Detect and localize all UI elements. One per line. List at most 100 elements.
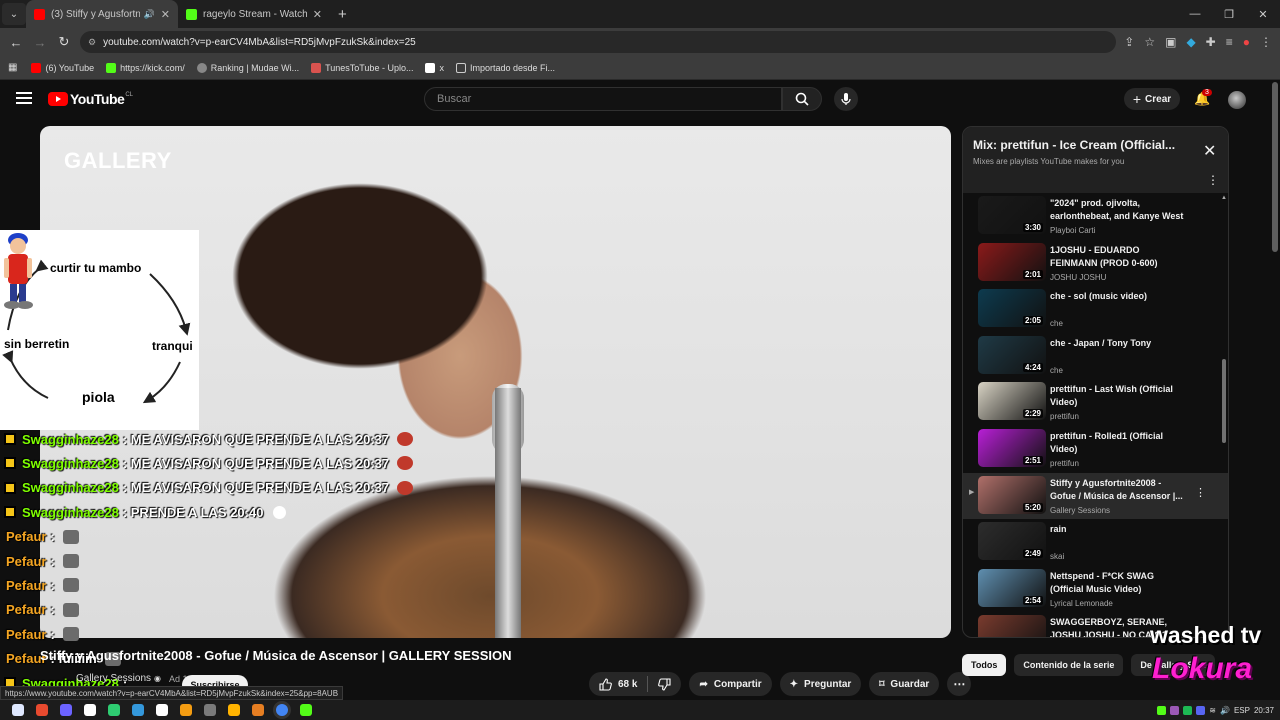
bookmark-folder-imported[interactable]: Importado desde Fi... (455, 62, 555, 73)
duration-badge: 2:49 (1022, 549, 1043, 559)
speaker-icon[interactable]: 🔊 (144, 9, 155, 20)
bookmark-youtube[interactable]: (6) YouTube (31, 62, 94, 73)
restore-icon[interactable]: ❐ (1212, 8, 1246, 21)
chat-text: : PRENDE A LAS 20:40 (122, 504, 264, 520)
thumbs-down-icon[interactable] (658, 677, 672, 691)
bookmark-x[interactable]: x (425, 62, 444, 73)
like-button[interactable]: 68 k (599, 677, 637, 691)
browser-menu-icon[interactable]: ⋮ (1260, 35, 1272, 49)
chat-text: : ME AVISARON QUE PRENDE A LAS 20:37 (122, 455, 390, 471)
avatar[interactable] (1228, 91, 1246, 109)
wifi-icon[interactable]: ≋ (1209, 706, 1216, 715)
playlist-item[interactable]: 2:49 rain skai (963, 519, 1228, 565)
taskbar-app-icon[interactable] (60, 704, 72, 716)
taskbar-app-icon[interactable] (228, 704, 240, 716)
duration-badge: 3:30 (1022, 223, 1043, 232)
back-icon[interactable]: ← (4, 35, 28, 50)
taskbar-app-icon[interactable] (84, 704, 96, 716)
taskbar-app-icon[interactable] (276, 704, 288, 716)
share-icon: ➦ (699, 678, 708, 690)
close-window-icon[interactable]: ✕ (1246, 8, 1280, 21)
duration-badge: 4:24 (1022, 362, 1043, 372)
search-button[interactable] (782, 87, 822, 111)
youtube-icon (31, 62, 42, 73)
tray-app-icon[interactable] (1196, 705, 1206, 715)
save-button[interactable]: ⌑ Guardar (869, 672, 940, 696)
start-windows-icon[interactable] (12, 704, 24, 716)
reading-list-icon[interactable]: ≡ (1226, 35, 1233, 49)
more-vertical-icon[interactable]: ⋮ (1195, 486, 1206, 499)
apps-grid-icon[interactable]: ▦ (8, 62, 17, 73)
playlist-item[interactable]: 3:30 "2024" prod. ojivolta, earlonthebeat… (963, 193, 1228, 239)
playlist-item-channel: che (1050, 319, 1063, 329)
address-bar[interactable]: ⚙ youtube.com/watch?v=p-earCV4MbA&list=R… (80, 31, 1116, 53)
clock[interactable]: 20:37 (1254, 706, 1274, 715)
taskbar-app-icon[interactable] (132, 704, 144, 716)
extension-icon[interactable]: ▣ (1165, 35, 1176, 49)
toolbar-icons: ⇪ ☆ ▣ ◆ ✚ ≡ ● ⋮ (1124, 28, 1272, 56)
forward-icon[interactable]: → (28, 35, 52, 50)
minimize-icon[interactable]: — (1178, 8, 1212, 20)
voice-search-button[interactable] (834, 87, 858, 111)
divider (647, 676, 649, 692)
taskbar-app-icon[interactable] (180, 704, 192, 716)
playlist-item[interactable]: 2:01 1JOSHU - EDUARDO FEINMANN (PROD 0-60… (963, 240, 1228, 286)
taskbar-app-icon[interactable] (108, 704, 120, 716)
taskbar-app-icon[interactable] (36, 704, 48, 716)
close-tab-icon[interactable]: ✕ (313, 8, 322, 21)
playlist-item[interactable]: 2:51 prettifun - Rolled1 (Official Video)… (963, 426, 1228, 472)
playlist-item-title: che - sol (music video) (1050, 291, 1148, 302)
site-info-icon[interactable]: ⚙ (88, 37, 96, 48)
taskbar-app-icon[interactable] (156, 704, 168, 716)
bookmark-star-icon[interactable]: ☆ (1144, 35, 1155, 49)
reload-icon[interactable]: ↻ (52, 34, 76, 50)
create-button[interactable]: + Crear (1124, 88, 1180, 110)
chat-badge-icon (4, 457, 16, 470)
taskbar-app-icon[interactable] (300, 704, 312, 716)
tray-app-icon[interactable] (1170, 705, 1180, 715)
bookmark-mudae[interactable]: Ranking | Mudae Wi... (196, 62, 299, 73)
playlist-item[interactable]: 2:05 che - sol (music video) che (963, 286, 1228, 332)
profile-icon[interactable]: ● (1243, 35, 1250, 49)
share-button[interactable]: ➦ Compartir (689, 672, 772, 696)
more-vertical-icon[interactable]: ⋮ (1207, 173, 1219, 187)
extensions-puzzle-icon[interactable]: ✚ (1206, 35, 1216, 49)
page-scrollbar[interactable] (1272, 82, 1278, 252)
extension-icon[interactable]: ◆ (1186, 35, 1195, 49)
browser-tab[interactable]: rageylo Stream - Watch Live on ✕ (178, 0, 330, 28)
menu-hamburger-icon[interactable] (16, 92, 32, 104)
playlist-item[interactable]: 4:24 che - Japan / Tony Tony che (963, 333, 1228, 379)
search-input[interactable]: Buscar (424, 87, 782, 111)
bookmark-icon: ⌑ (879, 678, 885, 690)
playlist-thumbnail: 5:20 (978, 475, 1046, 514)
bookmark-kick[interactable]: https://kick.com/ (106, 62, 185, 73)
bookmark-tunestotube[interactable]: TunesToTube - Uplo... (311, 62, 413, 73)
taskbar-app-icon[interactable] (204, 704, 216, 716)
playlist-item[interactable]: ▶ 5:20 Stiffy y Agusfortnite2008 - Gofue /… (963, 472, 1228, 519)
tray-app-icon[interactable] (1183, 705, 1193, 715)
taskbar-app-icon[interactable] (252, 704, 264, 716)
ask-button[interactable]: ✦ Preguntar (779, 672, 862, 696)
chip-all[interactable]: Todos (962, 654, 1007, 676)
scroll-up-icon[interactable]: ▲ (1221, 195, 1227, 201)
volume-icon[interactable]: 🔊 (1220, 706, 1230, 715)
language-indicator[interactable]: ESP (1234, 706, 1250, 715)
close-tab-icon[interactable]: ✕ (161, 8, 170, 21)
close-icon[interactable]: ✕ (1203, 141, 1216, 161)
new-tab-button[interactable]: + (338, 6, 347, 23)
chip-series[interactable]: Contenido de la serie (1014, 654, 1124, 676)
chat-emote-icon (397, 432, 414, 446)
chat-message: Swagginhaze28: ME AVISARON QUE PRENDE A … (0, 428, 414, 450)
tray-app-icon[interactable] (1157, 705, 1167, 715)
kick-favicon-icon (186, 8, 197, 20)
install-icon[interactable]: ⇪ (1124, 35, 1134, 49)
chat-username: Pefaur (6, 577, 47, 593)
playlist-title[interactable]: Mix: prettifun - Ice Cream (Official... (973, 138, 1187, 152)
playlist-item[interactable]: 2:29 prettifun - Last Wish (Official Vide… (963, 379, 1228, 425)
browser-tab-active[interactable]: (3) Stiffy y Agusfortnite2008 🔊 ✕ (26, 0, 178, 28)
playlist-scrollbar[interactable] (1222, 359, 1226, 443)
channel-name[interactable]: Gallery Sessions (76, 673, 151, 684)
playlist-item[interactable]: 2:54 Nettspend - F*CK SWAG (Official Musi… (963, 566, 1228, 612)
youtube-logo[interactable]: YouTube CL (48, 91, 133, 107)
tab-search-button[interactable]: ⌄ (2, 3, 26, 25)
